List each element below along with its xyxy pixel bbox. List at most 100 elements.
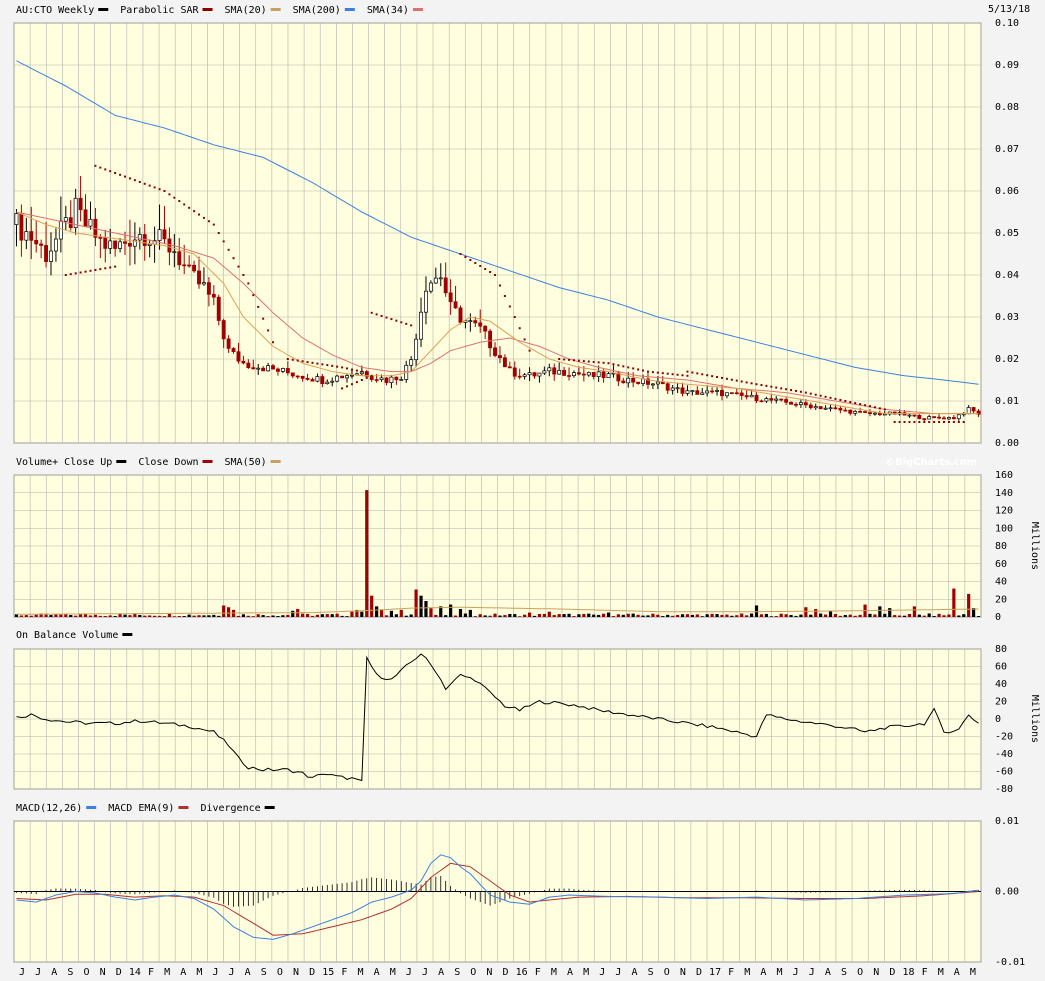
price-candle — [468, 320, 473, 322]
volume-bar — [631, 613, 635, 617]
sar-dot — [89, 269, 92, 272]
x-tick-label: O — [277, 967, 283, 978]
price-candle — [162, 229, 167, 240]
price-candle — [399, 379, 404, 381]
volume-bar — [187, 614, 191, 617]
legend-label: AU:CTO Weekly — [16, 5, 94, 16]
price-candle — [251, 367, 256, 370]
price-candle — [44, 245, 49, 262]
legend-swatch — [98, 8, 109, 11]
volume-bar — [527, 612, 532, 617]
volume-bar — [725, 614, 729, 617]
x-tick-label: D — [696, 967, 702, 978]
volume-bar — [83, 614, 88, 617]
volume-bar — [587, 613, 591, 617]
sar-dot — [178, 200, 181, 203]
price-candle — [137, 234, 142, 241]
sar-dot — [464, 256, 467, 258]
sar-dot — [104, 267, 107, 270]
price-candle — [285, 368, 290, 374]
sar-dot — [503, 295, 506, 297]
price-candle — [527, 372, 532, 376]
volume-bar — [858, 614, 862, 617]
volume-bar — [715, 614, 719, 617]
sar-dot — [242, 274, 245, 276]
sar-dot — [212, 223, 215, 226]
volume-bar — [646, 615, 650, 617]
price-candle — [108, 240, 113, 249]
volume-bar — [212, 614, 216, 617]
sar-dot — [355, 369, 358, 372]
price-y-tick-label: 0.05 — [995, 228, 1019, 239]
volume-bar — [838, 615, 842, 617]
volume-bar — [680, 614, 685, 617]
sar-dot — [577, 359, 580, 362]
x-tick-label: 16 — [516, 967, 528, 978]
price-candle — [458, 307, 463, 323]
price-candle — [34, 239, 39, 245]
sar-dot — [104, 168, 107, 171]
obv-panel: 80 60 40 20 0 -20 -40 -60 -80 Millions — [13, 644, 1040, 795]
price-candle — [843, 409, 848, 412]
volume-bar — [424, 601, 428, 617]
volume-bar — [616, 614, 620, 617]
sar-dot — [346, 367, 349, 370]
sar-dot — [94, 164, 97, 167]
price-candle — [833, 407, 838, 410]
sar-dot — [119, 173, 122, 176]
x-tick-label: M — [938, 967, 944, 978]
x-tick-label: S — [648, 967, 654, 978]
sar-dot — [168, 193, 171, 196]
sar-dot — [878, 407, 881, 410]
sar-dot — [572, 359, 575, 362]
volume-bar — [883, 613, 887, 617]
volume-bar — [88, 615, 93, 617]
price-candle — [226, 338, 231, 349]
price-candle — [428, 282, 433, 292]
legend-swatch — [264, 806, 275, 809]
x-tick-label: N — [873, 967, 879, 978]
volume-bar — [675, 615, 680, 617]
price-candle — [547, 367, 552, 372]
sar-dot — [148, 184, 151, 187]
volume-y-tick-label: 120 — [995, 506, 1013, 517]
sar-dot — [839, 398, 842, 401]
x-tick-label: M — [744, 967, 750, 978]
obv-y-tick-label: -20 — [995, 732, 1013, 743]
sar-dot — [400, 321, 403, 324]
sar-dot — [824, 395, 827, 398]
x-tick-label: A — [954, 967, 960, 978]
price-candle — [498, 355, 502, 359]
volume-bar — [690, 614, 694, 617]
sar-dot — [785, 388, 788, 391]
x-tick-label: A — [567, 967, 573, 978]
volume-bar — [463, 613, 468, 617]
volume-bar — [976, 616, 981, 617]
volume-bar — [143, 615, 147, 617]
legend-label: MACD EMA(9) — [108, 803, 174, 814]
volume-bar — [572, 616, 576, 617]
sar-dot — [602, 361, 605, 364]
sar-dot — [558, 358, 561, 360]
price-candle — [305, 378, 310, 380]
x-tick-label: J — [19, 967, 25, 978]
sar-dot — [883, 408, 886, 411]
price-candle — [394, 376, 399, 381]
volume-bar — [828, 610, 833, 617]
sar-dot — [913, 421, 916, 423]
price-candle — [187, 264, 192, 267]
obv-y-tick-label: -60 — [995, 767, 1013, 778]
sar-dot — [494, 274, 497, 276]
sar-dot — [222, 240, 225, 243]
volume-bar — [365, 490, 369, 617]
sar-dot — [750, 382, 753, 385]
volume-unit-label: Millions — [1029, 522, 1040, 570]
sar-dot — [128, 177, 131, 180]
volume-bar — [138, 614, 142, 617]
x-tick-label: M — [357, 967, 363, 978]
legend-swatch — [412, 8, 423, 11]
x-tick-label: A — [438, 967, 444, 978]
price-candle — [127, 243, 132, 247]
price-candle — [818, 406, 823, 410]
volume-bar — [666, 614, 670, 617]
